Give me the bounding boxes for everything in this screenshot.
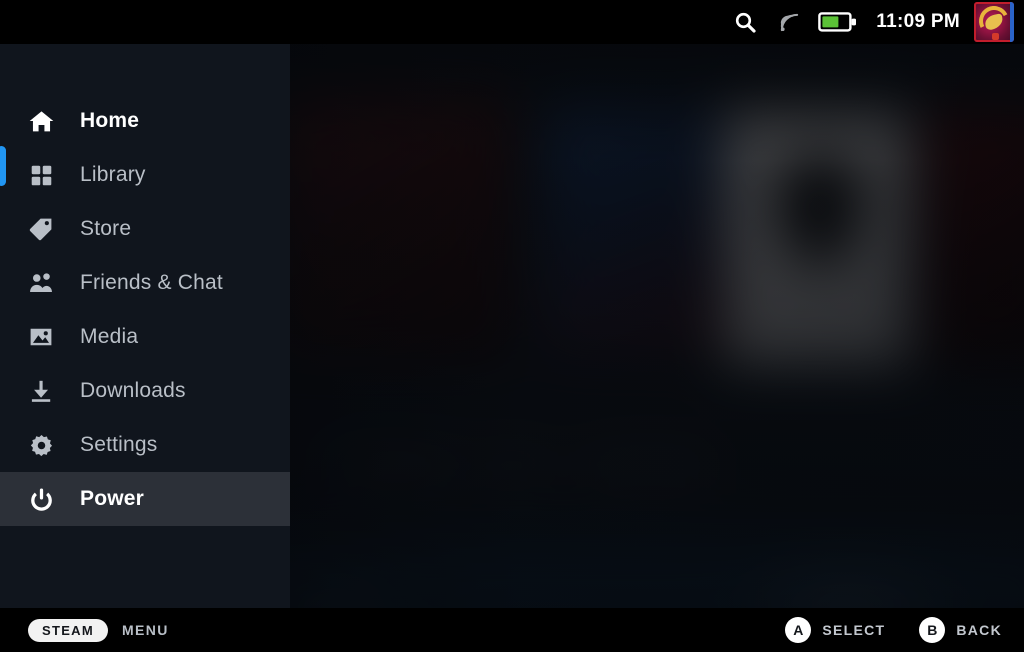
gear-icon: [24, 428, 58, 462]
avatar-status-edge: [1010, 2, 1014, 42]
avatar-mark: [992, 33, 999, 40]
steam-deck-screen: 11:09 PM Home Library Store Friends & Ch…: [0, 0, 1024, 652]
bottom-action-bar: STEAM MENU A SELECT B BACK: [0, 608, 1024, 652]
search-icon[interactable]: [728, 5, 762, 39]
a-button-icon: A: [785, 617, 812, 643]
avatar[interactable]: [974, 2, 1014, 42]
sidebar-item-power[interactable]: Power: [0, 472, 290, 526]
sidebar-item-label: Library: [80, 163, 146, 186]
sidebar-item-store[interactable]: Store: [0, 202, 290, 256]
sidebar-item-label: Store: [80, 217, 132, 240]
home-icon: [24, 104, 58, 138]
sidebar-item-library[interactable]: Library: [0, 148, 290, 202]
sidebar-item-downloads[interactable]: Downloads: [0, 364, 290, 418]
wifi-icon[interactable]: [774, 7, 804, 37]
system-clock: 11:09 PM: [876, 11, 960, 32]
hint-label: SELECT: [822, 622, 886, 638]
sidebar-item-label: Friends & Chat: [80, 271, 223, 294]
hint-select[interactable]: A SELECT: [785, 617, 885, 643]
sidebar-item-media[interactable]: Media: [0, 310, 290, 364]
sidebar-item-settings[interactable]: Settings: [0, 418, 290, 472]
b-button-icon: B: [919, 617, 946, 643]
menu-label: MENU: [122, 622, 169, 638]
sidebar-item-label: Power: [80, 487, 145, 510]
sidebar-item-label: Home: [80, 109, 140, 132]
sidebar-item-label: Settings: [80, 433, 158, 456]
media-icon: [24, 320, 58, 354]
battery-icon[interactable]: [818, 10, 858, 34]
store-tag-icon: [24, 212, 58, 246]
library-icon: [24, 158, 58, 192]
focus-indicator-pill: [0, 146, 6, 186]
main-menu-sidebar: Home Library Store Friends & Chat Media …: [0, 44, 290, 608]
sidebar-item-label: Downloads: [80, 379, 186, 402]
hint-back[interactable]: B BACK: [919, 617, 1002, 643]
hint-label: BACK: [956, 622, 1002, 638]
status-bar: 11:09 PM: [0, 0, 1024, 44]
power-icon: [24, 482, 58, 516]
bottom-bar-left: STEAM MENU: [0, 618, 169, 642]
bottom-bar-right: A SELECT B BACK: [751, 617, 1024, 643]
sidebar-item-friends[interactable]: Friends & Chat: [0, 256, 290, 310]
sidebar-item-home[interactable]: Home: [0, 94, 290, 148]
sidebar-item-label: Media: [80, 325, 139, 348]
friends-icon: [24, 266, 58, 300]
steam-button-pill[interactable]: STEAM: [28, 618, 108, 642]
download-icon: [24, 374, 58, 408]
